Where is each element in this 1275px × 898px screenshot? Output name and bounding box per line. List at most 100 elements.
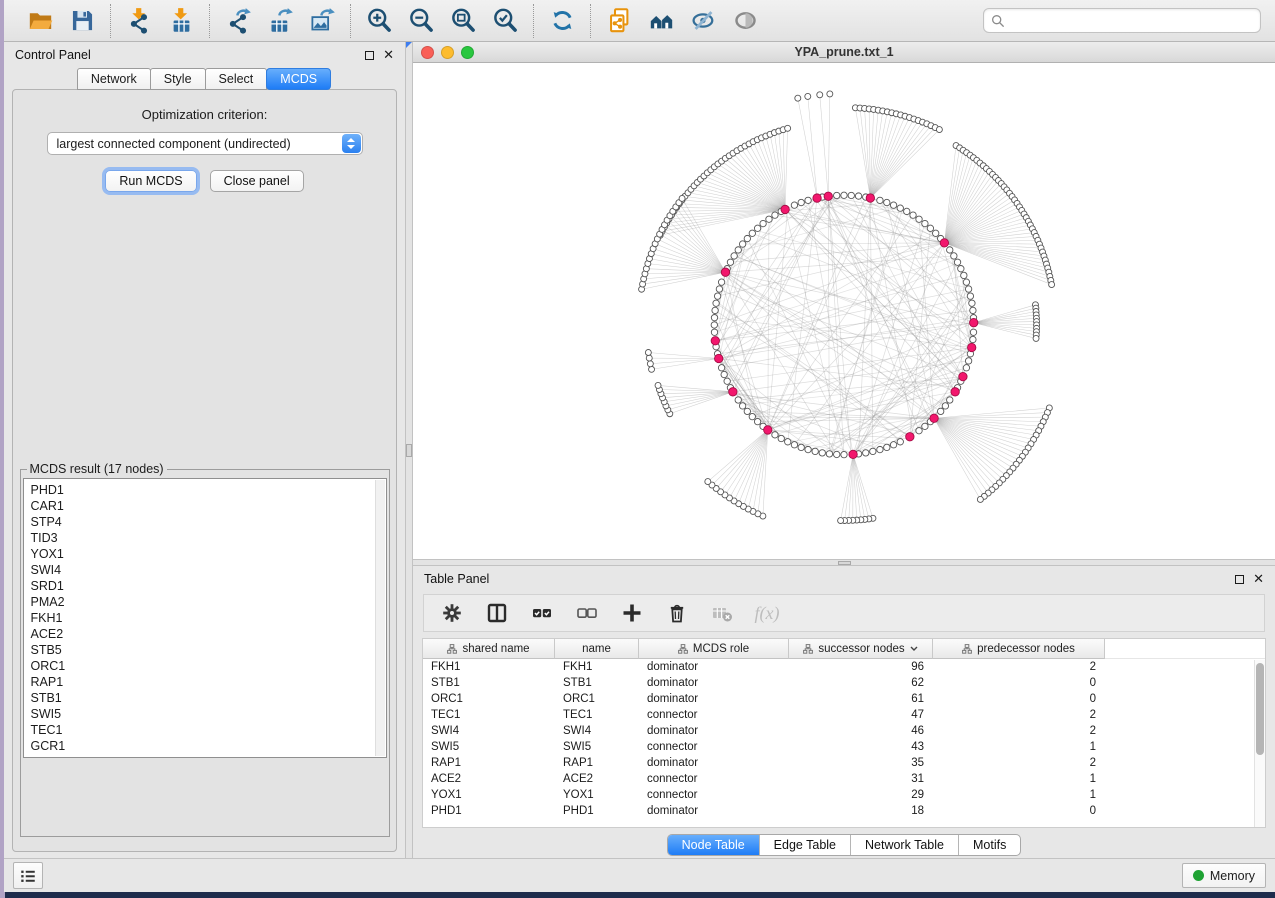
mcds-result-item[interactable]: RAP1 <box>31 674 379 690</box>
import-network-button[interactable] <box>123 5 155 37</box>
tab-mcds[interactable]: MCDS <box>266 68 331 90</box>
table-tab-network-table[interactable]: Network Table <box>850 835 958 855</box>
graph-node[interactable] <box>897 205 903 211</box>
graph-node[interactable] <box>977 496 983 502</box>
table-row[interactable]: PHD1PHD1dominator180 <box>423 803 1265 819</box>
graph-node[interactable] <box>890 442 896 448</box>
graph-node[interactable] <box>841 451 847 457</box>
network-canvas[interactable] <box>413 63 1275 559</box>
graph-node-mcds[interactable] <box>813 194 821 202</box>
graph-node[interactable] <box>647 361 653 367</box>
graph-node[interactable] <box>848 192 854 198</box>
graph-node[interactable] <box>754 418 760 424</box>
graph-node[interactable] <box>963 365 969 371</box>
save-session-button[interactable] <box>66 5 98 37</box>
graph-node[interactable] <box>936 127 942 133</box>
zoom-fit-button[interactable] <box>447 5 479 37</box>
graph-node[interactable] <box>754 225 760 231</box>
graph-node[interactable] <box>916 428 922 434</box>
graph-node[interactable] <box>970 336 976 342</box>
graph-node[interactable] <box>932 230 938 236</box>
graph-node[interactable] <box>645 350 651 356</box>
graph-node[interactable] <box>838 518 844 524</box>
open-session-button[interactable] <box>24 5 56 37</box>
scrollbar-thumb[interactable] <box>1256 663 1264 755</box>
table-row[interactable]: TEC1TEC1connector472 <box>423 707 1265 723</box>
delete-column-button[interactable] <box>664 600 690 626</box>
graph-node[interactable] <box>958 266 964 272</box>
tab-select[interactable]: Select <box>205 68 268 90</box>
graph-node[interactable] <box>716 286 722 292</box>
task-history-button[interactable] <box>13 862 43 889</box>
graph-node[interactable] <box>749 413 755 419</box>
table-row[interactable]: SWI5SWI5connector431 <box>423 739 1265 755</box>
mcds-result-item[interactable]: GCR1 <box>31 738 379 754</box>
search-input[interactable] <box>1010 13 1253 29</box>
graph-node[interactable] <box>778 435 784 441</box>
column-header-successor_nodes[interactable]: successor nodes <box>789 639 933 659</box>
graph-node[interactable] <box>947 397 953 403</box>
optimization-criterion-select[interactable]: largest connected component (undirected) <box>47 132 363 155</box>
graph-node[interactable] <box>970 329 976 335</box>
graph-node-mcds[interactable] <box>764 426 772 434</box>
graph-node[interactable] <box>927 225 933 231</box>
graph-node[interactable] <box>711 314 717 320</box>
graph-node[interactable] <box>646 355 652 361</box>
splitter-grip[interactable] <box>406 444 412 457</box>
run-mcds-button[interactable]: Run MCDS <box>105 170 196 192</box>
graph-node-mcds[interactable] <box>715 354 723 362</box>
table-tab-motifs[interactable]: Motifs <box>958 835 1020 855</box>
tab-network[interactable]: Network <box>77 68 151 90</box>
graph-node[interactable] <box>922 220 928 226</box>
graph-node[interactable] <box>724 378 730 384</box>
graph-node[interactable] <box>735 247 741 253</box>
graph-node[interactable] <box>805 446 811 452</box>
column-header-mcds_role[interactable]: MCDS role <box>639 639 789 659</box>
graph-node[interactable] <box>772 432 778 438</box>
hide-graphics-details-button[interactable] <box>687 5 719 37</box>
zoom-out-button[interactable] <box>405 5 437 37</box>
tab-style[interactable]: Style <box>150 68 206 90</box>
graph-node[interactable] <box>951 253 957 259</box>
float-panel-button[interactable] <box>365 51 374 60</box>
graph-node[interactable] <box>798 199 804 205</box>
close-panel-action-button[interactable]: Close panel <box>210 170 304 192</box>
graph-node[interactable] <box>827 91 833 97</box>
graph-node[interactable] <box>712 307 718 313</box>
clone-network-button[interactable] <box>603 5 635 37</box>
graph-node[interactable] <box>967 293 973 299</box>
mcds-result-item[interactable]: STP4 <box>31 514 379 530</box>
graph-node[interactable] <box>718 365 724 371</box>
graph-node-mcds[interactable] <box>906 433 914 441</box>
mcds-result-item[interactable]: PHD1 <box>31 482 379 498</box>
graph-node[interactable] <box>1049 282 1055 288</box>
table-row[interactable]: RAP1RAP1dominator352 <box>423 755 1265 771</box>
minimize-window-button[interactable] <box>441 46 454 59</box>
graph-node-mcds[interactable] <box>951 388 959 396</box>
graph-node[interactable] <box>910 212 916 218</box>
graph-node[interactable] <box>744 408 750 414</box>
mcds-result-item[interactable]: STB5 <box>31 642 379 658</box>
graph-node[interactable] <box>791 442 797 448</box>
export-image-button[interactable] <box>306 5 338 37</box>
graph-node-mcds[interactable] <box>866 194 874 202</box>
table-row[interactable]: ACE2ACE2connector311 <box>423 771 1265 787</box>
graph-node[interactable] <box>961 272 967 278</box>
graph-node[interactable] <box>679 195 685 201</box>
graph-node[interactable] <box>760 220 766 226</box>
graph-node[interactable] <box>805 197 811 203</box>
graph-node-mcds[interactable] <box>968 343 976 351</box>
graph-node[interactable] <box>817 92 823 98</box>
export-table-button[interactable] <box>264 5 296 37</box>
column-header-predecessor_nodes[interactable]: predecessor nodes <box>933 639 1105 659</box>
close-panel-button[interactable]: ✕ <box>383 50 394 60</box>
mcds-result-item[interactable]: SRD1 <box>31 578 379 594</box>
mcds-result-item[interactable]: ORC1 <box>31 658 379 674</box>
graph-node[interactable] <box>841 192 847 198</box>
mcds-result-item[interactable]: CAR1 <box>31 498 379 514</box>
graph-node[interactable] <box>766 216 772 222</box>
graph-node[interactable] <box>772 212 778 218</box>
graph-node-mcds[interactable] <box>970 318 978 326</box>
mcds-result-item[interactable]: TEC1 <box>31 722 379 738</box>
column-header-name[interactable]: name <box>555 639 639 659</box>
